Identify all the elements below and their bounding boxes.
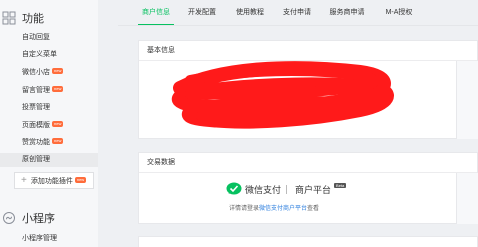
sidebar: 功能 自动回复 自定义菜单 微信小店 new 留言管理 new 投票管理 页面模版 n… xyxy=(0,0,98,247)
grid-icon xyxy=(2,11,16,25)
sidebar-item-auto-reply[interactable]: 自动回复 xyxy=(0,31,98,45)
tab-label: 服务商申请 xyxy=(329,9,365,16)
section-title: 功能 xyxy=(22,13,44,25)
section-mini-program[interactable]: 小程序 xyxy=(0,208,98,228)
sidebar-item-label: 微信小店 xyxy=(22,69,50,76)
tab-dev-config[interactable]: 开发配置 xyxy=(186,0,218,26)
tab-label: M-A授权 xyxy=(385,9,413,16)
sidebar-item-label: 原创管理 xyxy=(22,156,50,163)
tab-bar: 商户信息 开发配置 使用教程 支付申请 服务商申请 M-A授权 xyxy=(120,0,478,26)
sidebar-item-original[interactable]: 原创管理 xyxy=(0,153,98,167)
pay-brand-name: 微信支付 xyxy=(245,184,282,195)
sidebar-item-label: 页面模版 xyxy=(22,122,50,129)
brand-divider xyxy=(286,184,288,194)
platform-name: 商户平台 xyxy=(295,184,332,195)
tab-merchant-info[interactable]: 商户信息 xyxy=(138,0,174,26)
add-plugin-label: 添加功能插件 xyxy=(30,177,73,185)
panel-title: 交易数据 xyxy=(139,153,477,173)
merchant-platform-link[interactable]: 微信支付商户平台 xyxy=(259,206,307,212)
redaction-scribble xyxy=(171,61,394,129)
tab-divider xyxy=(118,25,478,26)
panel-side-strip xyxy=(456,61,478,139)
new-badge: new xyxy=(52,68,64,75)
beta-badge: Beta xyxy=(334,182,347,188)
sidebar-item-wechat-store[interactable]: 微信小店 new xyxy=(0,66,98,80)
sidebar-item-mini-program-manage[interactable]: 小程序管理 xyxy=(0,232,98,246)
tab-label: 开发配置 xyxy=(188,9,216,16)
plus-icon: + xyxy=(21,175,27,186)
pay-note: 详情请登录微信支付商户平台查看 xyxy=(229,203,319,212)
wechat-pay-icon xyxy=(226,182,242,195)
sidebar-item-label: 留言管理 xyxy=(22,87,50,94)
sidebar-item-page-templates[interactable]: 页面模版 new xyxy=(0,119,98,133)
wechat-pay-brand: 微信支付 商户平台 Beta xyxy=(226,181,347,197)
note-prefix: 详情请登录 xyxy=(229,206,260,212)
sidebar-item-label: 自定义菜单 xyxy=(22,51,57,58)
new-badge: new xyxy=(52,86,64,93)
add-plugin-button[interactable]: + 添加功能插件 new xyxy=(14,172,94,189)
bottom-panel xyxy=(138,236,478,247)
sidebar-item-label: 小程序管理 xyxy=(22,235,57,242)
tab-tutorial[interactable]: 使用教程 xyxy=(233,0,267,26)
sidebar-item-label: 投票管理 xyxy=(22,104,50,111)
new-badge: new xyxy=(52,121,64,128)
tab-provider-apply[interactable]: 服务商申请 xyxy=(326,0,368,26)
sidebar-item-reward[interactable]: 赞赏功能 new xyxy=(0,136,98,150)
section-features[interactable]: 功能 xyxy=(0,8,98,28)
note-suffix: 查看 xyxy=(307,206,320,212)
new-badge: new xyxy=(52,138,64,145)
tab-ma-auth[interactable]: M-A授权 xyxy=(382,0,416,26)
tab-payment-apply[interactable]: 支付申请 xyxy=(280,0,314,26)
tab-label: 商户信息 xyxy=(142,9,170,16)
panel-side-strip xyxy=(456,173,478,224)
new-badge: new xyxy=(74,176,87,183)
tab-label: 使用教程 xyxy=(236,9,264,16)
sidebar-item-label: 自动回复 xyxy=(22,34,50,41)
section-title: 小程序 xyxy=(22,213,55,225)
mini-program-icon xyxy=(3,212,15,224)
tab-label: 支付申请 xyxy=(283,9,311,16)
sidebar-item-custom-menu[interactable]: 自定义菜单 xyxy=(0,48,98,62)
sidebar-item-votes[interactable]: 投票管理 xyxy=(0,101,98,115)
sidebar-item-label: 赞赏功能 xyxy=(22,139,50,146)
sidebar-item-comments[interactable]: 留言管理 new xyxy=(0,84,98,98)
